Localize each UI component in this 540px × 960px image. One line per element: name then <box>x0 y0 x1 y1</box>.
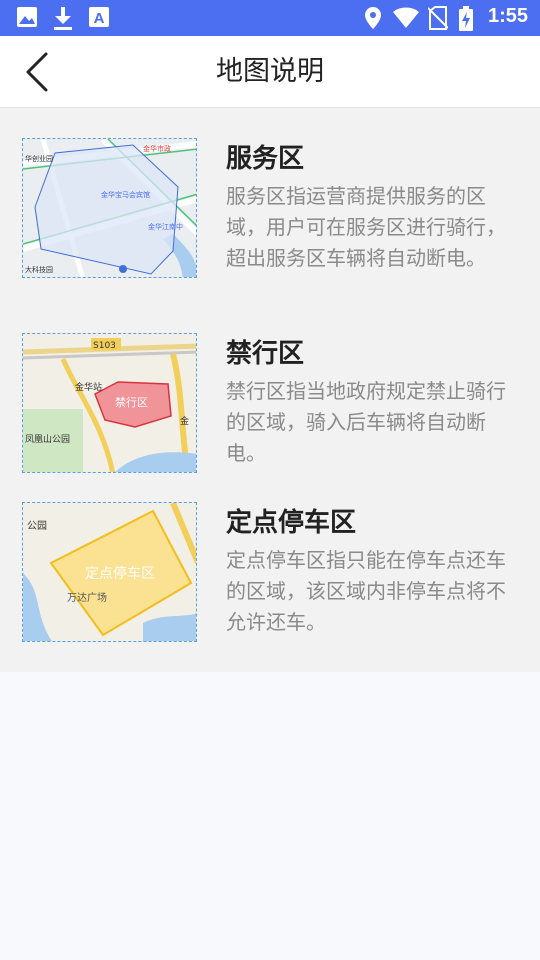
service-map-label-0: 金华宝马会宾馆 <box>101 190 150 199</box>
svg-text:金华市政: 金华市政 <box>143 144 171 153</box>
restricted-map-label-2: 禁行区 <box>115 396 148 409</box>
chevron-left-icon <box>26 52 48 92</box>
parking-map-label-1: 万达广场 <box>67 591 107 604</box>
service-zone-map-thumbnail: 金华市政 金华宝马会宾馆 金华江南中 大科技园 华创业园 <box>22 138 197 278</box>
zone-description: 禁行区指当地政府规定禁止骑行的区域，骑入后车辆将自动断电。 <box>226 379 506 465</box>
app-bar: 地图说明 <box>0 36 540 108</box>
zone-description: 服务区指运营商提供服务的区域，用户可在服务区进行骑行，超出服务区车辆将自动断电。 <box>226 184 506 270</box>
no-sim-icon <box>428 6 448 30</box>
image-icon <box>17 7 37 27</box>
parking-map-label-2: 公园 <box>27 520 47 532</box>
parking-map-label-0: 定点停车区 <box>85 565 155 582</box>
battery-charging-icon <box>459 6 473 31</box>
restricted-map-label-0: S103 <box>93 341 116 351</box>
zone-list: 金华市政 金华宝马会宾馆 金华江南中 大科技园 华创业园 服务区 服务区指运营商… <box>0 108 540 672</box>
svg-text:A: A <box>94 10 105 27</box>
location-icon <box>365 7 381 29</box>
zone-title: 定点停车区 <box>226 508 357 538</box>
page-title: 地图说明 <box>216 56 324 87</box>
zone-item-parking: 定点停车区 万达广场 公园 定点停车区 定点停车区指只能在停车点还车的区域，该区… <box>0 502 540 652</box>
zone-item-restricted: S103 金华站 禁行区 凤凰山公园 金 禁行区 禁行区指当地政府规定禁止骑行的… <box>0 333 540 473</box>
text-a-icon: A <box>89 7 109 27</box>
restricted-zone-map-thumbnail: S103 金华站 禁行区 凤凰山公园 金 <box>22 333 197 473</box>
parking-zone-map-thumbnail: 定点停车区 万达广场 公园 <box>22 502 197 642</box>
service-map-label-1: 金华江南中 <box>148 222 183 231</box>
restricted-map-label-3: 凤凰山公园 <box>25 434 70 445</box>
zone-item-service: 金华市政 金华宝马会宾馆 金华江南中 大科技园 华创业园 服务区 服务区指运营商… <box>0 138 540 308</box>
restricted-map-label-4: 金 <box>180 415 189 427</box>
zone-description: 定点停车区指只能在停车点还车的区域，该区域内非停车点将不允许还车。 <box>226 548 506 634</box>
download-icon <box>54 7 72 30</box>
restricted-map-label-1: 金华站 <box>75 381 102 393</box>
clock-time: 1:55 <box>487 5 528 27</box>
service-map-label-2: 大科技园 <box>25 265 53 274</box>
zone-title: 服务区 <box>226 144 305 174</box>
wifi-icon <box>393 7 419 28</box>
service-map-label-3: 华创业园 <box>25 154 53 163</box>
zone-title: 禁行区 <box>226 339 305 369</box>
status-bar: A 1:55 <box>0 0 540 36</box>
back-button[interactable] <box>18 50 58 94</box>
